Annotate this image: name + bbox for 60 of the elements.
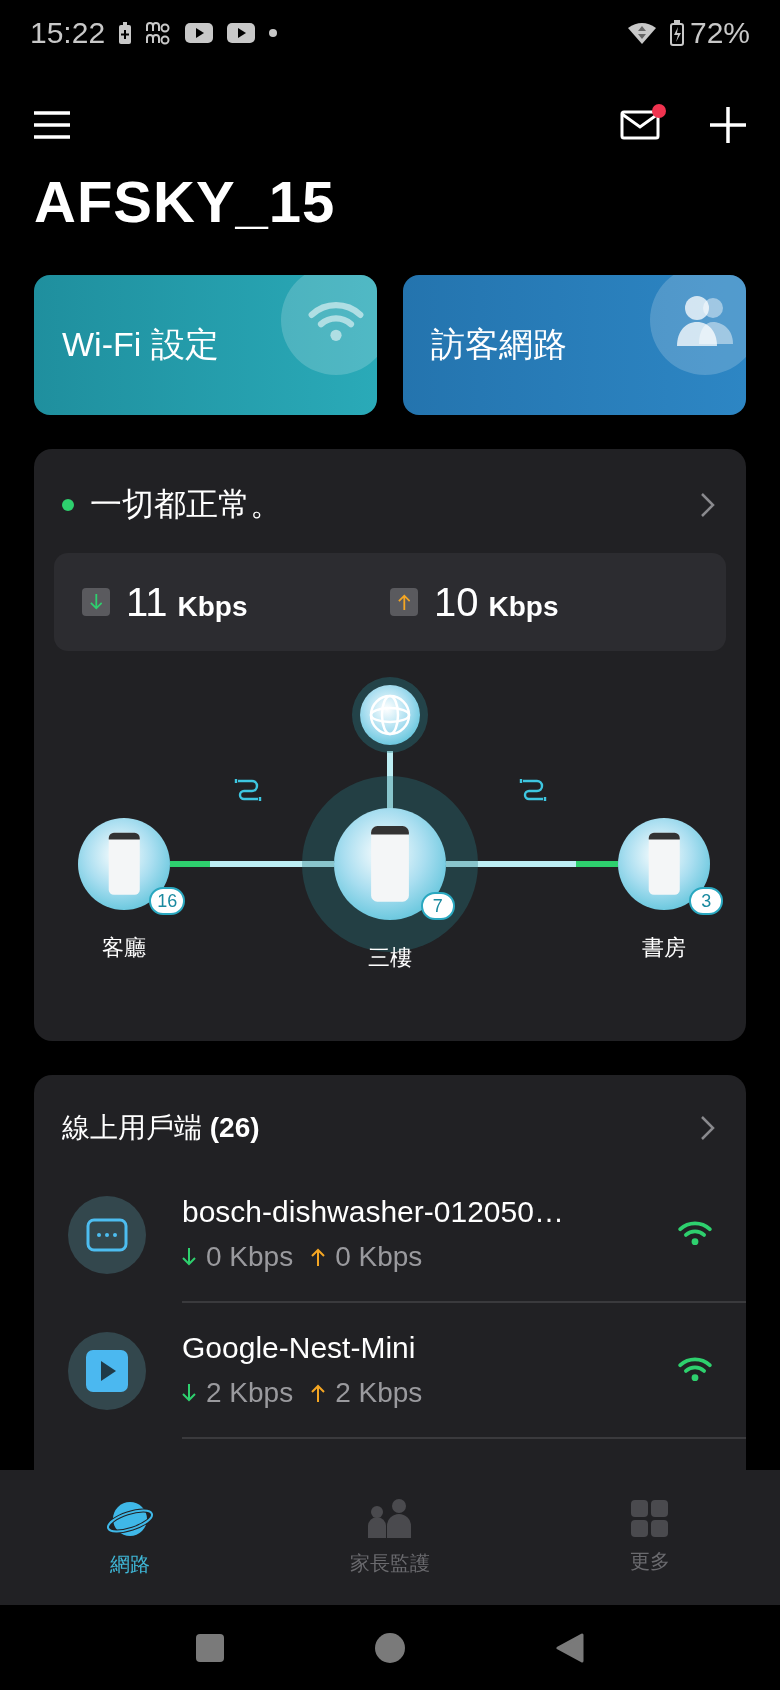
client-upload-rate: 2 Kbps: [335, 1377, 423, 1409]
wifi-signal-icon: [678, 1355, 712, 1383]
status-dot: [62, 499, 74, 511]
guest-network-card[interactable]: 訪客網路: [403, 275, 746, 415]
back-button[interactable]: [556, 1632, 585, 1663]
node-name: 客廳: [102, 934, 146, 962]
client-count-badge: 3: [689, 887, 724, 915]
upload-arrow-icon: [311, 1247, 326, 1267]
internet-globe-icon: [360, 685, 420, 745]
device-icon: [86, 1218, 128, 1252]
clients-title: 線上用戶端 (26): [62, 1111, 261, 1145]
app-icon: [145, 21, 172, 45]
battery-percentage: 72%: [689, 16, 750, 50]
chevron-right-icon[interactable]: [700, 492, 716, 518]
upload-arrow-icon: [311, 1383, 326, 1403]
mail-button[interactable]: [620, 110, 660, 140]
grid-icon: [631, 1500, 669, 1538]
download-arrow-icon: [182, 1247, 196, 1267]
battery-saver-icon: [119, 22, 132, 44]
family-icon: [367, 1498, 413, 1540]
status-time: 15:22: [30, 16, 106, 50]
status-message: 一切都正常。: [90, 485, 283, 524]
upload-arrow-icon: [397, 593, 411, 611]
notification-dot-icon: [269, 29, 278, 37]
node-name: 三樓: [368, 944, 412, 972]
router-icon: [106, 831, 142, 897]
download-arrow-icon: [182, 1383, 196, 1403]
network-name: AFSKY_15: [34, 168, 337, 235]
router-icon: [646, 831, 682, 897]
nav-tab[interactable]: 家長監護: [260, 1470, 520, 1605]
video-app-icon: [185, 23, 214, 43]
wifi-status-icon: [627, 22, 656, 44]
nav-tab[interactable]: 更多: [520, 1470, 780, 1605]
cable-icon: [519, 777, 547, 801]
wifi-settings-card[interactable]: Wi-Fi 設定: [34, 275, 377, 415]
recents-button[interactable]: [195, 1633, 224, 1662]
speed-unit: Kbps: [488, 590, 559, 623]
router-icon: [369, 824, 411, 904]
upload-speed: 10: [434, 579, 479, 625]
client-count-badge: 7: [420, 892, 455, 920]
battery-charging-icon: [669, 20, 684, 46]
speed-unit: Kbps: [177, 590, 248, 623]
video-app-icon: [227, 23, 256, 43]
client-name[interactable]: bosch-dishwasher-012050…: [182, 1195, 716, 1229]
client-download-rate: 2 Kbps: [206, 1377, 294, 1409]
download-speed: 11: [126, 579, 168, 625]
client-upload-rate: 0 Kbps: [335, 1241, 423, 1273]
chevron-right-icon[interactable]: [700, 1115, 716, 1141]
cable-icon: [234, 777, 262, 801]
nav-tab[interactable]: 網路: [0, 1470, 260, 1605]
node-name: 書房: [642, 934, 686, 962]
download-arrow-icon: [89, 593, 103, 611]
client-download-rate: 0 Kbps: [206, 1241, 294, 1273]
client-count-badge: 16: [149, 887, 186, 915]
home-button[interactable]: [375, 1632, 405, 1663]
add-button[interactable]: [710, 107, 746, 143]
menu-button[interactable]: [34, 111, 70, 139]
client-name[interactable]: Google-Nest-Mini: [182, 1331, 716, 1365]
wifi-signal-icon: [678, 1219, 712, 1247]
play-icon: [86, 1350, 128, 1392]
